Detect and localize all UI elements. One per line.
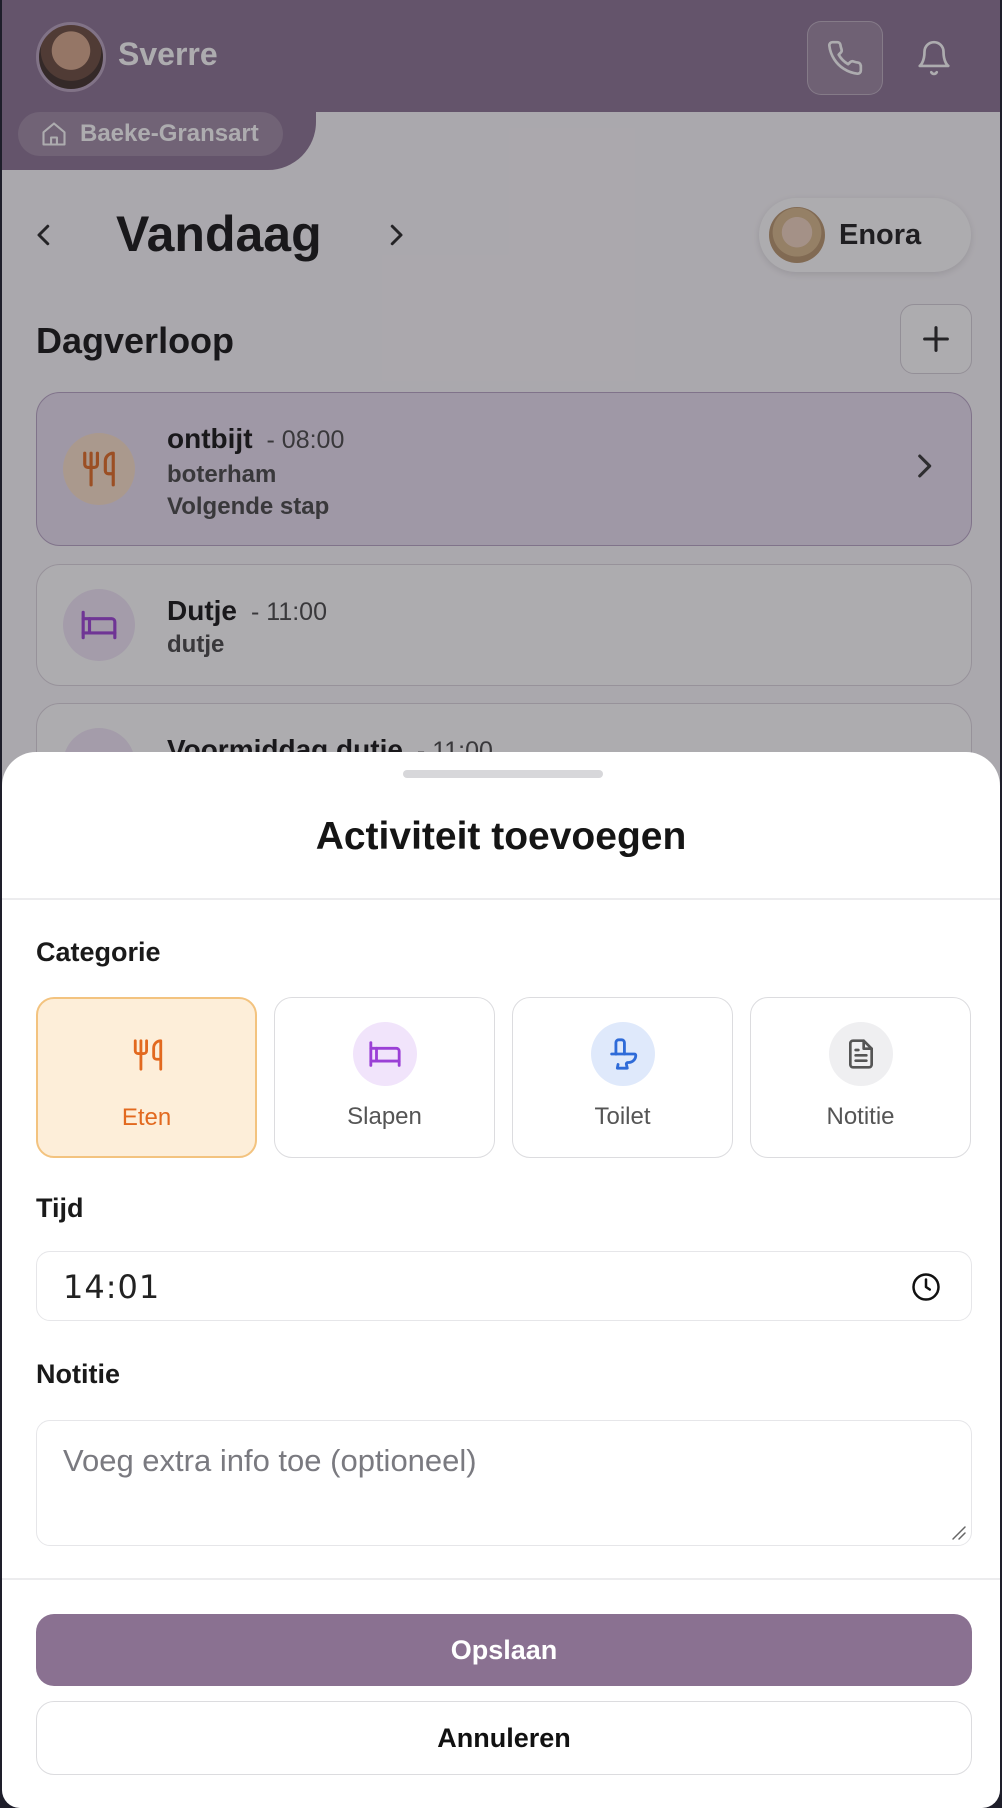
app-screen: Sverre Baeke-Gransart Vandaag Enora Dagv… [2,0,1000,1808]
category-option-toilet[interactable]: Toilet [512,997,733,1158]
category-icon-circle [591,1022,655,1086]
cancel-button[interactable]: Annuleren [36,1701,972,1775]
time-label: Tijd [36,1193,84,1223]
time-value: 14:01 [63,1268,161,1306]
category-label-text: Slapen [347,1103,422,1130]
category-label-text: Eten [121,1104,172,1131]
sheet-title: Activiteit toevoegen [315,815,687,858]
clock-icon[interactable] [911,1272,941,1302]
utensils-icon [133,1039,163,1071]
footer-divider [2,1578,1000,1580]
category-icon-circle [116,1023,180,1087]
sheet-drag-handle[interactable] [403,770,603,778]
note-placeholder: Voeg extra info toe (optioneel) [63,1443,477,1478]
resize-grip-icon[interactable] [949,1523,967,1541]
save-button[interactable]: Opslaan [36,1614,972,1686]
category-icon-circle [829,1022,893,1086]
file-text-icon [849,1039,873,1069]
time-input[interactable]: 14:01 [36,1251,972,1321]
note-label: Notitie [36,1359,120,1389]
toilet-icon [610,1038,638,1070]
category-option-slapen[interactable]: Slapen [274,997,495,1158]
category-option-notitie[interactable]: Notitie [750,997,971,1158]
category-label-text: Notitie [826,1103,895,1130]
bed-icon [369,1041,401,1067]
add-activity-sheet: Activiteit toevoegen Categorie Eten Slap… [2,752,1000,1808]
header-divider [2,898,1000,900]
category-label-text: Toilet [594,1103,651,1130]
category-icon-circle [353,1022,417,1086]
note-textarea[interactable]: Voeg extra info toe (optioneel) [36,1420,972,1546]
category-option-eten[interactable]: Eten [36,997,257,1158]
category-label: Categorie [36,937,161,967]
